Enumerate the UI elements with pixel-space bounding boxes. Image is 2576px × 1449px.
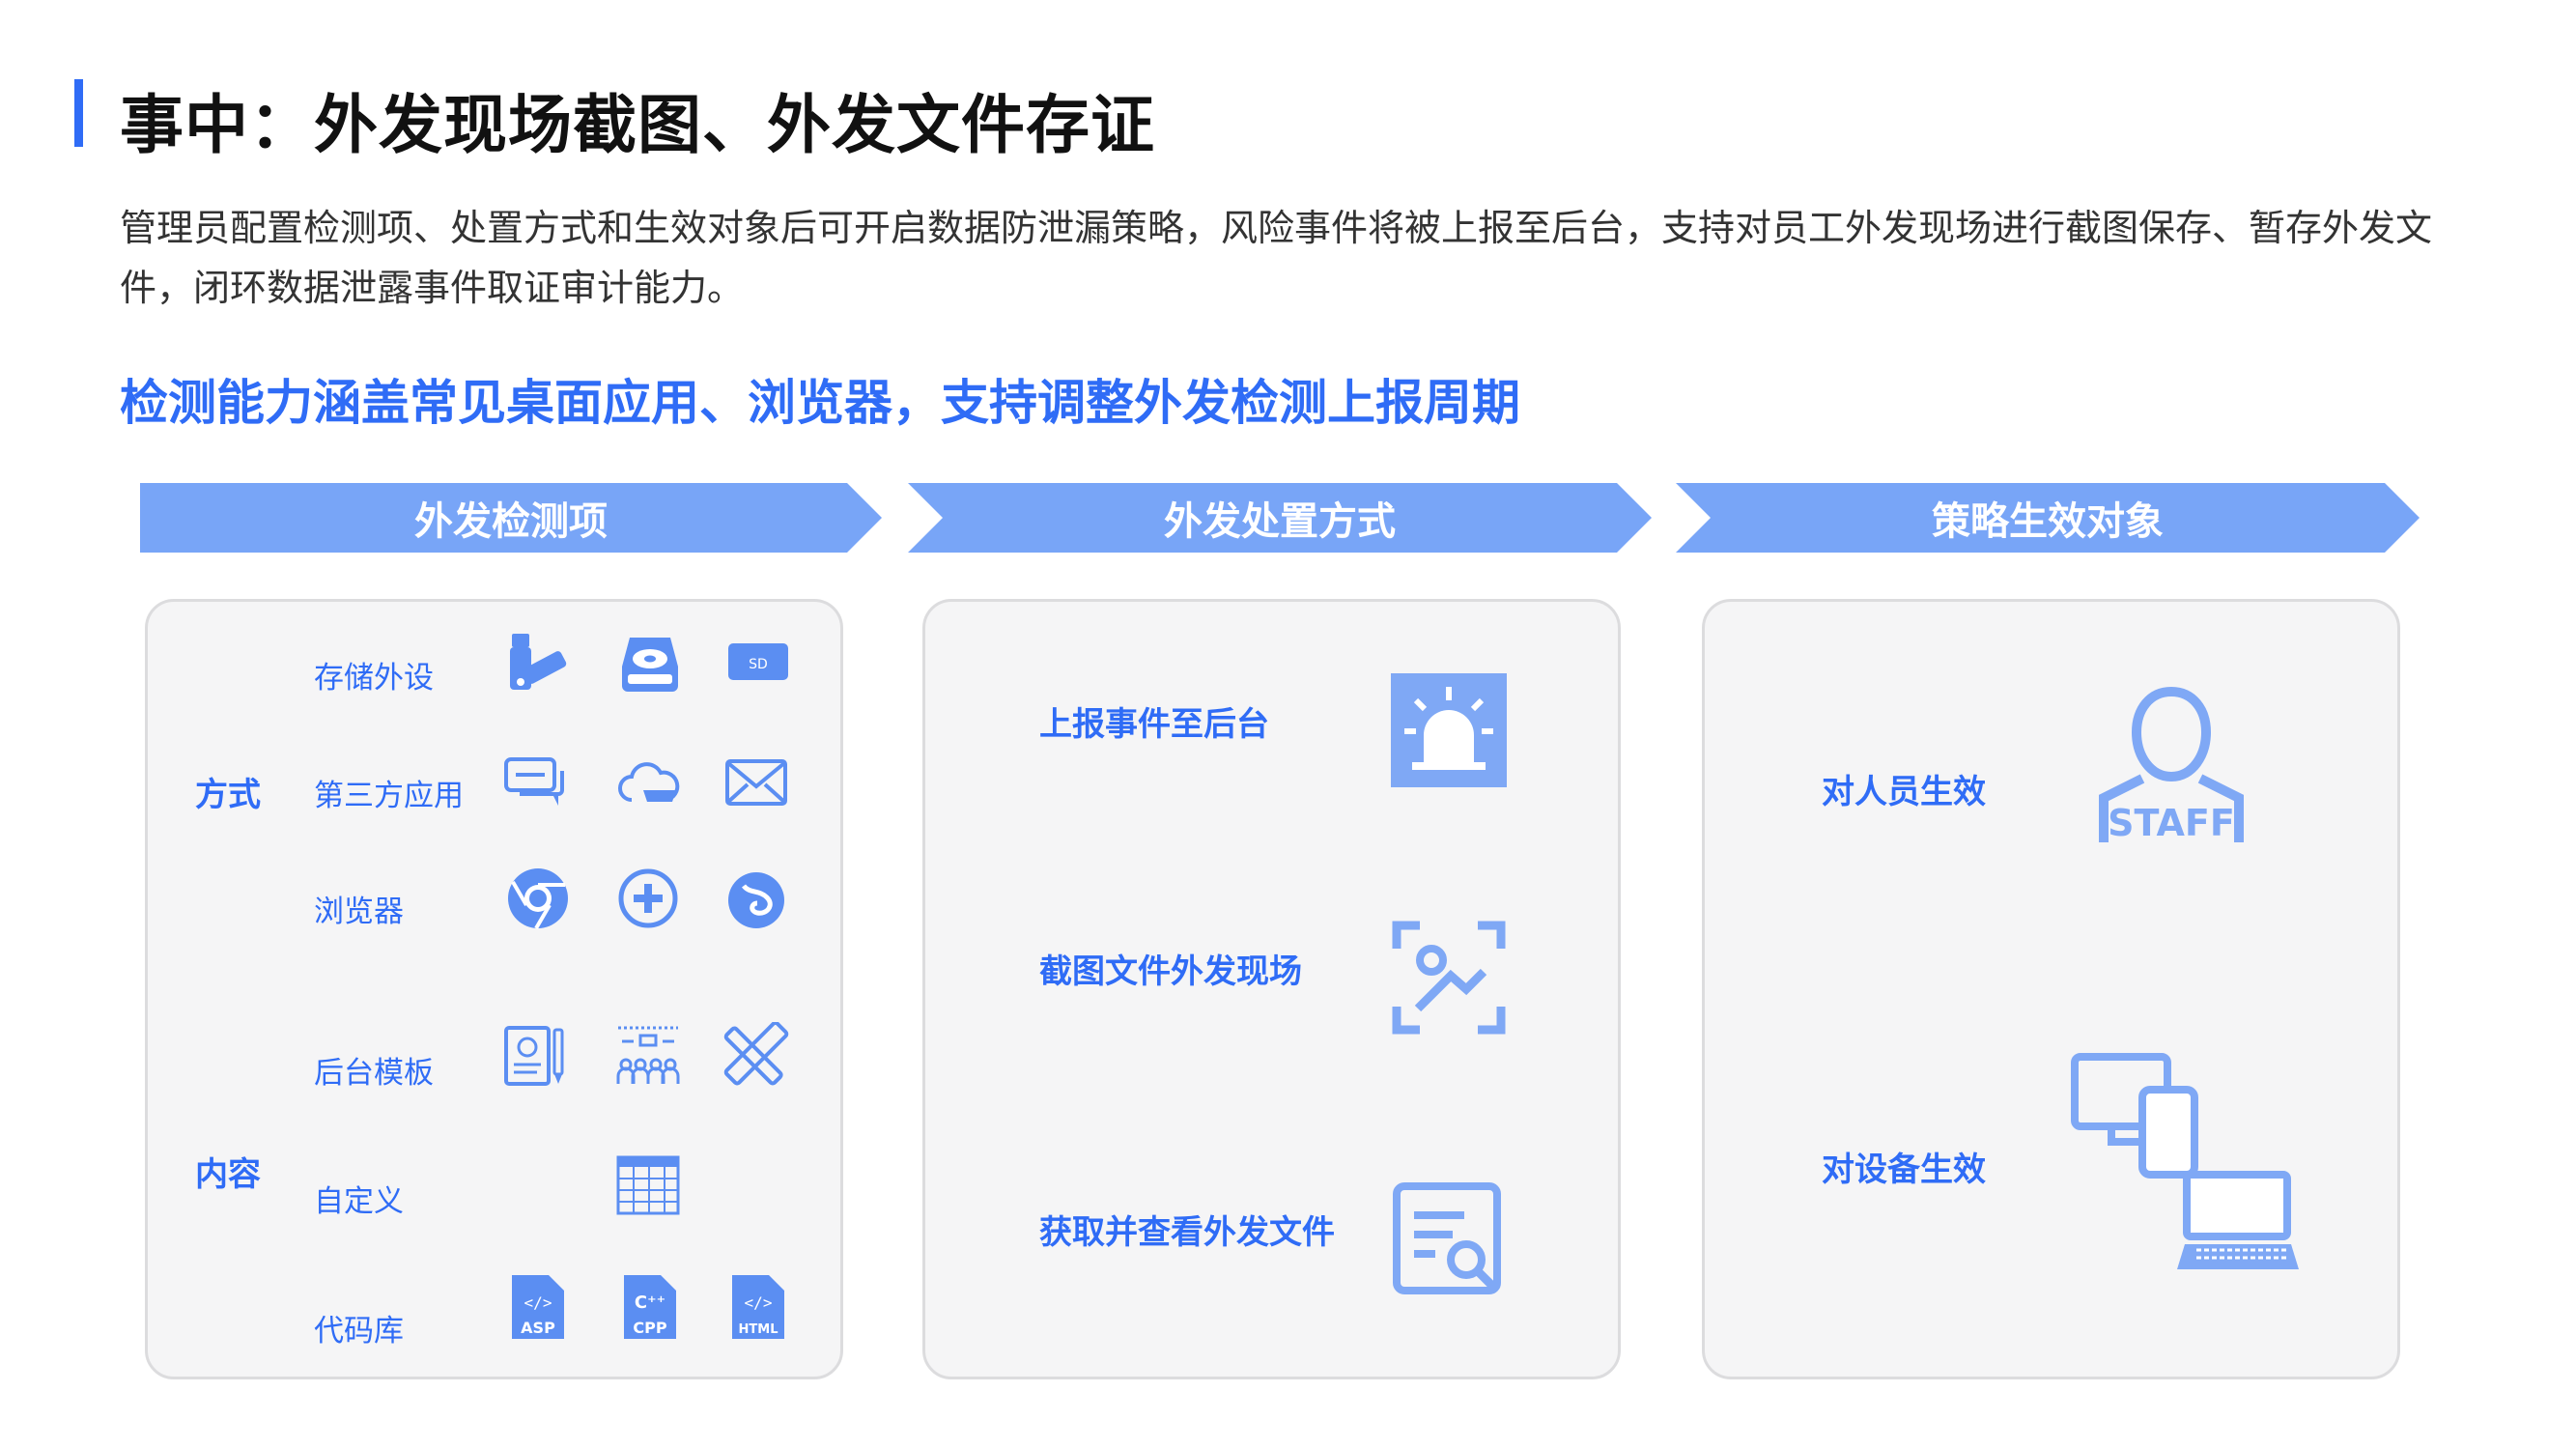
disposal-report-label: 上报事件至后台 <box>1039 705 1269 744</box>
file-search-icon <box>1391 1180 1509 1296</box>
step-detection: 外发检测项 <box>140 483 882 553</box>
svg-text:SD: SD <box>749 657 768 672</box>
chat-bubbles-icon <box>500 750 568 817</box>
detection-panel <box>145 599 843 1379</box>
sd-card-icon: SD <box>724 630 792 697</box>
disposal-screenshot-label: 截图文件外发现场 <box>1039 952 1302 991</box>
usb-drive-icon <box>504 630 572 697</box>
page-subtitle: 检测能力涵盖常见桌面应用、浏览器，支持调整外发检测上报周期 <box>120 375 1520 431</box>
cpp-file-icon: C⁺⁺ CPP <box>616 1273 684 1341</box>
svg-text:C⁺⁺: C⁺⁺ <box>635 1293 665 1313</box>
item-browser: 浏览器 <box>314 895 404 929</box>
chrome-icon <box>504 865 572 932</box>
plus-circle-browser-icon <box>614 865 682 932</box>
target-staff-label: 对人员生效 <box>1822 773 1986 811</box>
step-targets: 策略生效对象 <box>1676 483 2420 553</box>
disposal-fetch-file-label: 获取并查看外发文件 <box>1039 1213 1335 1252</box>
staff-icon: STAFF <box>2094 684 2249 848</box>
certificate-icon <box>502 1022 570 1090</box>
svg-text:CPP: CPP <box>633 1319 666 1337</box>
table-grid-icon <box>614 1151 682 1219</box>
item-third-party-app: 第三方应用 <box>314 779 464 813</box>
design-tools-icon <box>722 1022 790 1090</box>
svg-text:HTML: HTML <box>739 1322 778 1337</box>
content-label: 内容 <box>195 1155 261 1194</box>
target-device-label: 对设备生效 <box>1822 1151 1986 1189</box>
org-chart-icon <box>614 1022 682 1090</box>
page-description: 管理员配置检测项、处置方式和生效对象后可开启数据防泄漏策略，风险事件将被上报至后… <box>120 207 2433 309</box>
item-custom: 自定义 <box>314 1184 404 1219</box>
title-accent-bar <box>74 79 83 147</box>
html-file-icon: </> HTML <box>724 1273 792 1341</box>
item-backend-template: 后台模板 <box>314 1056 434 1091</box>
svg-text:STAFF: STAFF <box>2108 802 2235 844</box>
hard-disk-icon <box>616 630 684 697</box>
mail-icon <box>722 750 790 817</box>
cloud-icon <box>614 750 682 817</box>
screenshot-icon <box>1391 920 1507 1036</box>
alarm-icon <box>1391 673 1507 787</box>
method-label: 方式 <box>195 776 261 814</box>
asp-file-icon: </> ASP <box>504 1273 572 1341</box>
svg-text:ASP: ASP <box>521 1319 555 1337</box>
devices-icon <box>2069 1051 2301 1283</box>
svg-text:</>: </> <box>524 1293 552 1312</box>
svg-text:</>: </> <box>745 1293 773 1312</box>
page-title: 事中：外发现场截图、外发文件存证 <box>120 88 1155 162</box>
step-disposal: 外发处置方式 <box>908 483 1652 553</box>
item-code-repo: 代码库 <box>314 1314 404 1349</box>
firefox-icon <box>722 865 790 932</box>
item-storage-peripheral: 存储外设 <box>314 661 434 696</box>
